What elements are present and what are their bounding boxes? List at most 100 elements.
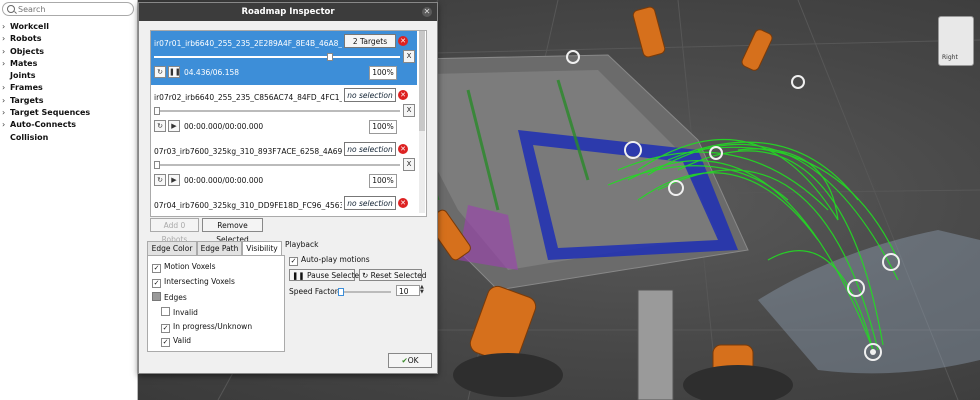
workcell-tree: › Workcell › Robots › Objects › Mates Joints › Fra…: [2, 21, 90, 144]
clear-targets-icon[interactable]: ✕: [398, 36, 408, 46]
reset-selected-button[interactable]: ↻ Reset Selected: [359, 269, 427, 281]
tree-item-auto-connects[interactable]: › Auto-Connects: [2, 119, 90, 131]
slider-knob[interactable]: [154, 161, 160, 169]
clear-targets-icon[interactable]: ✕: [398, 198, 408, 208]
motion-row[interactable]: 07r03_irb7600_325kg_310_893F7ACE_6258_4A…: [151, 139, 417, 193]
motion-row[interactable]: 07r04_irb7600_325kg_310_DD9FE18D_FC96_45…: [151, 193, 417, 216]
tree-item-mates[interactable]: › Mates: [2, 58, 90, 70]
in-progress-checkbox[interactable]: ✓ In progress/Unknown: [161, 322, 252, 333]
pause-selected-button[interactable]: ❚❚ Pause Selected: [289, 269, 364, 281]
close-icon[interactable]: ✕: [422, 7, 432, 17]
tree-item-workcell[interactable]: › Workcell: [2, 21, 90, 33]
clear-targets-icon[interactable]: ✕: [398, 90, 408, 100]
targets-selector-button[interactable]: no selection: [344, 196, 396, 210]
playback-title: Playback: [285, 240, 319, 249]
ok-button[interactable]: ✔OK: [388, 353, 432, 368]
motion-progress-slider[interactable]: [154, 161, 400, 169]
visibility-panel: ✓ Motion Voxels ✓ Intersecting Voxels Edge…: [147, 255, 285, 352]
chevron-right-icon[interactable]: ›: [2, 107, 10, 119]
chevron-right-icon[interactable]: ›: [2, 46, 10, 58]
tree-item-targets[interactable]: › Targets: [2, 95, 90, 107]
slider-knob[interactable]: [154, 107, 160, 115]
roadmap-inspector-dialog: Roadmap Inspector ✕ ir07r01_irb6640_255_…: [138, 2, 438, 374]
speed-slider-knob[interactable]: [338, 288, 345, 296]
tab-edge-color[interactable]: Edge Color: [147, 241, 197, 255]
motion-row[interactable]: ir07r01_irb6640_255_235_2E289A4F_8E4B_46…: [151, 31, 417, 85]
remove-motion-button[interactable]: X: [403, 104, 415, 117]
chevron-right-icon[interactable]: ›: [2, 58, 10, 70]
play-icon[interactable]: ▶: [168, 174, 180, 186]
playback-time: 04.436/06.158: [184, 68, 240, 77]
remove-selected-button[interactable]: Remove Selected: [202, 218, 263, 244]
checkbox-partial-box: [152, 292, 161, 301]
intersecting-voxels-checkbox[interactable]: ✓ Intersecting Voxels: [152, 277, 235, 288]
view-cube[interactable]: Right: [938, 16, 974, 66]
chevron-right-icon[interactable]: ›: [2, 119, 10, 131]
targets-selector-button[interactable]: 2 Targets: [344, 34, 396, 48]
motion-list-scrollbar[interactable]: [419, 31, 425, 213]
checkbox-label: Edges: [164, 293, 187, 302]
tree-item-joints[interactable]: Joints: [2, 70, 90, 82]
pause-icon[interactable]: ❚❚: [168, 66, 181, 78]
tree-item-robots[interactable]: › Robots: [2, 33, 90, 45]
playback-time: 00:00.000/00:00.000: [184, 122, 264, 131]
edges-checkbox[interactable]: Edges: [152, 292, 187, 302]
checkbox-label: Intersecting Voxels: [164, 277, 235, 286]
tree-item-collision[interactable]: Collision: [2, 132, 90, 144]
speed-factor-slider[interactable]: [337, 288, 391, 296]
tab-visibility[interactable]: Visibility: [242, 241, 282, 255]
speed-factor-spinbox[interactable]: 10: [396, 285, 420, 296]
add-robots-button[interactable]: Add 0 Robots: [150, 218, 199, 244]
checkbox-label: Motion Voxels: [164, 262, 216, 271]
speed-percent-field[interactable]: 100%: [369, 66, 397, 80]
chevron-right-icon[interactable]: ›: [2, 82, 10, 94]
auto-play-checkbox[interactable]: ✓ Auto-play motions: [289, 255, 370, 266]
targets-selector-button[interactable]: no selection: [344, 142, 396, 156]
spinbox-arrows-icon[interactable]: ▲ ▼: [420, 285, 426, 296]
reset-icon[interactable]: ↻: [154, 66, 166, 78]
reset-icon[interactable]: ↻: [154, 174, 166, 186]
invalid-checkbox[interactable]: Invalid: [161, 307, 198, 317]
remove-motion-button[interactable]: X: [403, 50, 415, 63]
checkbox-box: ✓: [152, 279, 161, 288]
search-box[interactable]: [2, 2, 134, 16]
tree-item-objects[interactable]: › Objects: [2, 46, 90, 58]
motion-voxels-checkbox[interactable]: ✓ Motion Voxels: [152, 262, 216, 273]
chevron-right-icon[interactable]: ›: [2, 21, 10, 33]
tree-item-target-sequences[interactable]: › Target Sequences: [2, 107, 90, 119]
targets-selector-button[interactable]: no selection: [344, 88, 396, 102]
tree-item-label: Joints: [10, 71, 36, 81]
motion-name: ir07r01_irb6640_255_235_2E289A4F_8E4B_46…: [154, 39, 342, 48]
chevron-right-icon[interactable]: ›: [2, 95, 10, 107]
valid-checkbox[interactable]: ✓ Valid: [161, 336, 191, 347]
tab-edge-path[interactable]: Edge Path: [197, 241, 242, 255]
motion-progress-slider[interactable]: [154, 107, 400, 115]
tree-item-label: Robots: [10, 34, 42, 44]
search-input[interactable]: [18, 4, 128, 14]
tree-item-label: Workcell: [10, 22, 49, 31]
reset-icon[interactable]: ↻: [154, 120, 166, 132]
play-icon[interactable]: ▶: [168, 120, 180, 132]
speed-percent-field[interactable]: 100%: [369, 174, 397, 188]
speed-percent-field[interactable]: 100%: [369, 120, 397, 134]
remove-motion-button[interactable]: X: [403, 158, 415, 171]
scrollbar-thumb[interactable]: [419, 31, 425, 131]
reset-icon: ↻: [362, 271, 371, 280]
search-icon: [7, 5, 15, 13]
clear-targets-icon[interactable]: ✕: [398, 144, 408, 154]
pause-selected-label: Pause Selected: [306, 271, 364, 280]
checkbox-box: [161, 307, 170, 316]
checkbox-label: Valid: [173, 336, 192, 345]
slider-knob[interactable]: [326, 53, 333, 61]
dialog-title: Roadmap Inspector: [241, 7, 335, 17]
workcell-tree-panel: ›Workcell›Robots›Objects›MatesJoints›Fra…: [0, 0, 138, 400]
playback-group: Playback ✓ Auto-play motions ❚❚ Pause Sel…: [284, 239, 429, 349]
motion-row[interactable]: ir07r02_irb6640_255_235_C856AC74_84FD_4F…: [151, 85, 417, 139]
motion-name: ir07r02_irb6640_255_235_C856AC74_84FD_4F…: [154, 93, 342, 102]
chevron-right-icon[interactable]: ›: [2, 33, 10, 45]
motion-progress-slider[interactable]: [154, 53, 400, 61]
dialog-titlebar[interactable]: Roadmap Inspector ✕: [139, 3, 437, 21]
tree-item-label: Collision: [10, 132, 49, 142]
tree-item-frames[interactable]: › Frames: [2, 82, 90, 94]
view-cube-face-label: Right: [942, 54, 958, 61]
